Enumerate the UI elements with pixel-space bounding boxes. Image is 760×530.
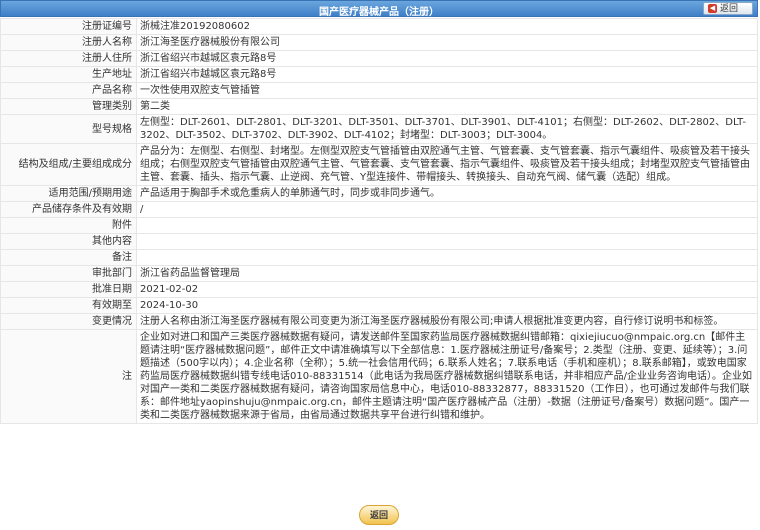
row-label: 管理类别 <box>0 98 137 115</box>
table-row: 结构及组成/主要组成成分 产品分为：左侧型、右侧型、封堵型。左侧型双腔支气管插管由… <box>0 143 758 186</box>
row-value <box>136 249 758 266</box>
row-value: 注册人名称由浙江海圣医疗器械有限公司变更为浙江海圣医疗器械股份有限公司;申请人根… <box>136 313 758 330</box>
row-value: 产品分为：左侧型、右侧型、封堵型。左侧型双腔支气管插管由双腔通气主管、气管套囊、… <box>136 143 758 186</box>
row-value: 第二类 <box>136 98 758 115</box>
row-label: 其他内容 <box>0 233 137 250</box>
table-row: 注企业如对进口和国产三类医疗器械数据有疑问，请发送邮件至国家药监局医疗器械数据纠… <box>0 329 758 424</box>
row-label: 注册人名称 <box>0 34 137 51</box>
row-value: 企业如对进口和国产三类医疗器械数据有疑问，请发送邮件至国家药监局医疗器械数据纠错… <box>136 329 758 424</box>
table-row: 变更情况 注册人名称由浙江海圣医疗器械有限公司变更为浙江海圣医疗器械股份有限公司;… <box>0 313 758 330</box>
row-label: 产品储存条件及有效期 <box>0 201 137 218</box>
row-label: 注 <box>0 329 137 424</box>
back-button-label: 返回 <box>720 4 739 14</box>
row-label: 有效期至 <box>0 297 137 314</box>
row-label: 型号规格 <box>0 114 137 144</box>
table-row: 附件 <box>0 217 758 234</box>
table-row: 型号规格 左侧型：DLT-2601、DLT-2801、DLT-3201、DLT-3… <box>0 114 758 144</box>
table-row: 适用范围/预期用途 产品适用于胸部手术或危重病人的单肺通气时，同步或非同步通气。 <box>0 185 758 202</box>
row-label: 生产地址 <box>0 66 137 83</box>
row-label: 注册人住所 <box>0 50 137 67</box>
row-label: 产品名称 <box>0 82 137 99</box>
page-title: 国产医疗器械产品（注册） <box>319 7 439 18</box>
row-value: 浙江省绍兴市越城区袁元路8号 <box>136 66 758 83</box>
table-row: 注册人名称 浙江海圣医疗器械股份有限公司 <box>0 34 758 51</box>
table-row: 注册人住所 浙江省绍兴市越城区袁元路8号 <box>0 50 758 67</box>
table-row: 批准日期 2021-02-02 <box>0 281 758 298</box>
table-row: 备注 <box>0 249 758 266</box>
back-arrow-icon: ◀ <box>708 4 717 13</box>
bottom-back-button[interactable]: 返回 <box>359 505 399 525</box>
detail-table: 注册证编号 浙械注准20192080602 注册人名称 浙江海圣医疗器械股份有限公司… <box>0 18 758 424</box>
table-row: 产品名称 一次性使用双腔支气管插管 <box>0 82 758 99</box>
row-value: 浙江省绍兴市越城区袁元路8号 <box>136 50 758 67</box>
row-value: 左侧型：DLT-2601、DLT-2801、DLT-3201、DLT-3501、… <box>136 114 758 144</box>
table-row: 注册证编号 浙械注准20192080602 <box>0 18 758 35</box>
row-label: 批准日期 <box>0 281 137 298</box>
row-value: 2021-02-02 <box>136 281 758 298</box>
row-value <box>136 217 758 234</box>
row-label: 适用范围/预期用途 <box>0 185 137 202</box>
row-label: 审批部门 <box>0 265 137 282</box>
row-value <box>136 233 758 250</box>
table-row: 管理类别 第二类 <box>0 98 758 115</box>
row-label: 注册证编号 <box>0 18 137 35</box>
row-value: 一次性使用双腔支气管插管 <box>136 82 758 99</box>
row-label: 附件 <box>0 217 137 234</box>
row-value: 浙江省药品监督管理局 <box>136 265 758 282</box>
row-label: 结构及组成/主要组成成分 <box>0 143 137 186</box>
row-label: 备注 <box>0 249 137 266</box>
row-value: / <box>136 201 758 218</box>
page: 国产医疗器械产品（注册） ◀ 返回 注册证编号 浙械注准20192080602 注册… <box>0 0 760 530</box>
row-value: 2024-10-30 <box>136 297 758 314</box>
table-row: 其他内容 <box>0 233 758 250</box>
title-bar: 国产医疗器械产品（注册） ◀ 返回 <box>0 0 758 18</box>
row-value: 浙江海圣医疗器械股份有限公司 <box>136 34 758 51</box>
table-row: 有效期至 2024-10-30 <box>0 297 758 314</box>
back-button[interactable]: ◀ 返回 <box>703 2 753 15</box>
row-value: 浙械注准20192080602 <box>136 18 758 35</box>
table-row: 生产地址 浙江省绍兴市越城区袁元路8号 <box>0 66 758 83</box>
table-row: 审批部门 浙江省药品监督管理局 <box>0 265 758 282</box>
row-label: 变更情况 <box>0 313 137 330</box>
table-row: 产品储存条件及有效期 / <box>0 201 758 218</box>
row-value: 产品适用于胸部手术或危重病人的单肺通气时，同步或非同步通气。 <box>136 185 758 202</box>
